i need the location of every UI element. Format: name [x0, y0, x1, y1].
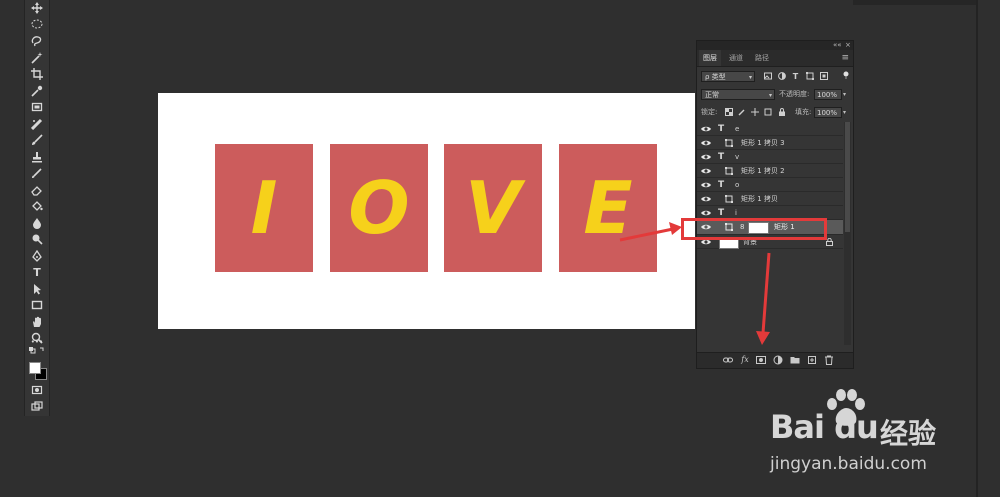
arrow-to-mask-button	[756, 252, 771, 345]
watermark-url: jingyan.baidu.com	[770, 454, 927, 474]
baidu-jingyan-watermark: Bai du 经验 jingyan.baidu.com	[770, 388, 970, 478]
watermark-brand: Bai du	[770, 408, 879, 446]
watermark-cn: 经验	[880, 417, 937, 450]
arrow-to-layer	[619, 222, 682, 242]
